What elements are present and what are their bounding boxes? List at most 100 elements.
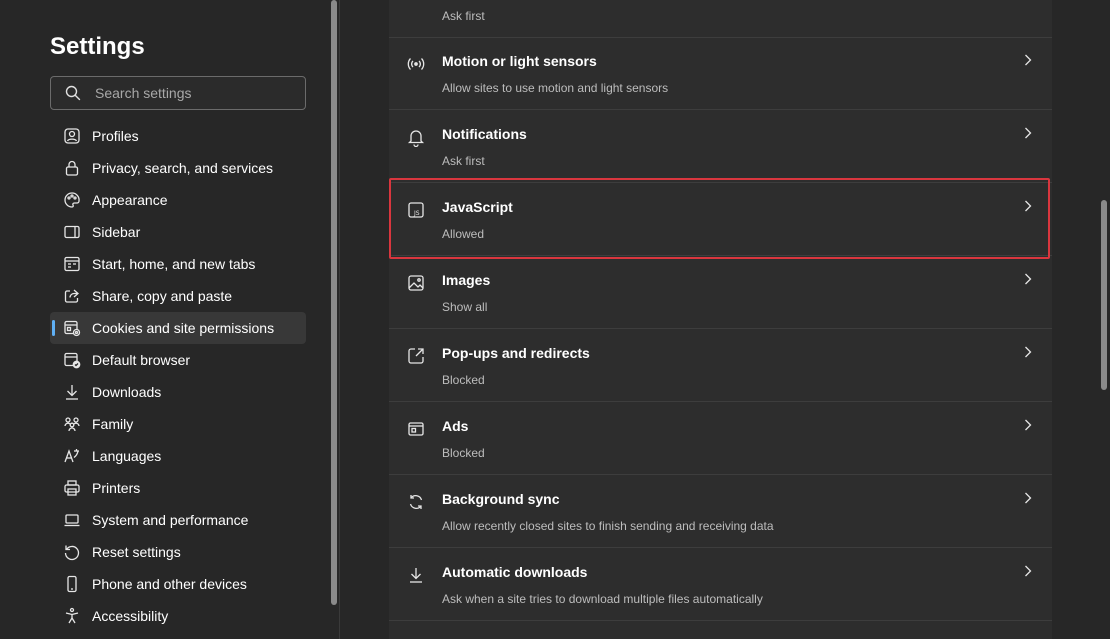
sync-icon bbox=[406, 492, 426, 512]
permission-title: JavaScript bbox=[442, 199, 513, 215]
permission-row-javascript[interactable]: JS JavaScript Allowed bbox=[389, 184, 1052, 256]
permission-row-popups[interactable]: Pop-ups and redirects Blocked bbox=[389, 330, 1052, 402]
svg-text:JS: JS bbox=[413, 210, 420, 217]
search-icon bbox=[65, 85, 81, 101]
permission-title: Images bbox=[442, 272, 491, 288]
sidebar-item-phone[interactable]: Phone and other devices bbox=[50, 568, 306, 600]
permission-title: Background sync bbox=[442, 491, 560, 507]
sidebar-item-printers[interactable]: Printers bbox=[50, 472, 306, 504]
sidebar-item-label: Printers bbox=[92, 480, 141, 496]
sidebar-item-label: Downloads bbox=[92, 384, 162, 400]
permission-row-motion-sensors[interactable]: Motion or light sensors Allow sites to u… bbox=[389, 38, 1052, 110]
share-icon bbox=[63, 287, 81, 305]
settings-sidebar: Settings Profiles Privacy, search, and s… bbox=[0, 0, 340, 639]
download-icon bbox=[406, 565, 426, 585]
sidebar-item-sidebar[interactable]: Sidebar bbox=[50, 216, 306, 248]
sidebar-item-accessibility[interactable]: Accessibility bbox=[50, 600, 306, 632]
sidebar-item-appearance[interactable]: Appearance bbox=[50, 184, 306, 216]
laptop-icon bbox=[63, 511, 81, 529]
profile-icon bbox=[63, 127, 81, 145]
sidebar-item-label: Default browser bbox=[92, 352, 191, 368]
popup-icon bbox=[406, 346, 426, 366]
phone-icon bbox=[63, 575, 81, 593]
sidebar-item-cookies[interactable]: Cookies and site permissions bbox=[50, 312, 306, 344]
download-icon bbox=[63, 383, 81, 401]
sidebar-item-label: Cookies and site permissions bbox=[92, 320, 275, 336]
sidebar-icon bbox=[63, 223, 81, 241]
image-icon bbox=[406, 273, 426, 293]
sidebar-item-share[interactable]: Share, copy and paste bbox=[50, 280, 306, 312]
sidebar-item-label: Share, copy and paste bbox=[92, 288, 233, 304]
site-permissions-panel: Ask first Motion or light sensors Allow … bbox=[389, 0, 1052, 639]
sidebar-item-downloads[interactable]: Downloads bbox=[50, 376, 306, 408]
chevron-right-icon bbox=[1021, 272, 1035, 286]
permission-status: Blocked bbox=[442, 446, 485, 460]
sidebar-item-label: Appearance bbox=[92, 192, 168, 208]
home-tab-icon bbox=[63, 255, 81, 273]
palette-icon bbox=[63, 191, 81, 209]
permission-title: Ads bbox=[442, 418, 469, 434]
permission-status: Allowed bbox=[442, 227, 485, 241]
permission-status: Ask first bbox=[442, 9, 485, 23]
cookies-icon bbox=[63, 319, 81, 337]
sidebar-item-label: Start, home, and new tabs bbox=[92, 256, 256, 272]
sidebar-item-profiles[interactable]: Profiles bbox=[50, 120, 306, 152]
chevron-right-icon bbox=[1021, 491, 1035, 505]
chevron-right-icon bbox=[1021, 126, 1035, 140]
permission-title: Motion or light sensors bbox=[442, 53, 597, 69]
ads-icon bbox=[406, 419, 426, 439]
chevron-right-icon bbox=[1021, 53, 1035, 67]
accessibility-icon bbox=[63, 607, 81, 625]
sidebar-item-label: Accessibility bbox=[92, 608, 169, 624]
sidebar-item-label: Languages bbox=[92, 448, 162, 464]
sidebar-item-label: Reset settings bbox=[92, 544, 181, 560]
chevron-right-icon bbox=[1021, 418, 1035, 432]
permission-row-ads[interactable]: Ads Blocked bbox=[389, 403, 1052, 475]
sensor-icon bbox=[406, 54, 426, 74]
sidebar-item-label: System and performance bbox=[92, 512, 249, 528]
permission-row-images[interactable]: Images Show all bbox=[389, 257, 1052, 329]
reset-icon bbox=[63, 543, 81, 561]
sidebar-item-label: Phone and other devices bbox=[92, 576, 247, 592]
sidebar-item-default-browser[interactable]: Default browser bbox=[50, 344, 306, 376]
page-title: Settings bbox=[50, 33, 145, 60]
sidebar-item-reset[interactable]: Reset settings bbox=[50, 536, 306, 568]
printer-icon bbox=[63, 479, 81, 497]
sidebar-item-label: Sidebar bbox=[92, 224, 141, 240]
sidebar-item-label: Profiles bbox=[92, 128, 139, 144]
permission-status: Allow recently closed sites to finish se… bbox=[442, 519, 774, 533]
sidebar-item-system[interactable]: System and performance bbox=[50, 504, 306, 536]
permission-row-partial[interactable]: Ask first bbox=[389, 0, 1052, 38]
lock-icon bbox=[63, 159, 81, 177]
permission-status: Show all bbox=[442, 300, 488, 314]
settings-nav: Profiles Privacy, search, and services A… bbox=[50, 120, 306, 632]
sidebar-item-start-home[interactable]: Start, home, and new tabs bbox=[50, 248, 306, 280]
chevron-right-icon bbox=[1021, 345, 1035, 359]
sidebar-item-languages[interactable]: Languages bbox=[50, 440, 306, 472]
main-scrollbar[interactable] bbox=[1101, 200, 1107, 390]
permission-status: Ask first bbox=[442, 154, 485, 168]
sidebar-item-privacy[interactable]: Privacy, search, and services bbox=[50, 152, 306, 184]
sidebar-item-family[interactable]: Family bbox=[50, 408, 306, 440]
search-box[interactable] bbox=[50, 76, 306, 110]
chevron-right-icon bbox=[1021, 199, 1035, 213]
permission-title: Pop-ups and redirects bbox=[442, 345, 590, 361]
sidebar-scrollbar[interactable] bbox=[331, 0, 337, 605]
search-input[interactable] bbox=[95, 85, 295, 101]
permission-row-automatic-downloads[interactable]: Automatic downloads Ask when a site trie… bbox=[389, 549, 1052, 621]
permission-status: Blocked bbox=[442, 373, 485, 387]
permission-row-notifications[interactable]: Notifications Ask first bbox=[389, 111, 1052, 183]
permission-status: Ask when a site tries to download multip… bbox=[442, 592, 763, 606]
permission-title: Automatic downloads bbox=[442, 564, 588, 580]
permission-row-background-sync[interactable]: Background sync Allow recently closed si… bbox=[389, 476, 1052, 548]
bell-icon bbox=[406, 127, 426, 147]
family-icon bbox=[63, 415, 81, 433]
languages-icon bbox=[63, 447, 81, 465]
sidebar-item-label: Family bbox=[92, 416, 134, 432]
sidebar-item-label: Privacy, search, and services bbox=[92, 160, 274, 176]
chevron-right-icon bbox=[1021, 564, 1035, 578]
default-browser-icon bbox=[63, 351, 81, 369]
permission-status: Allow sites to use motion and light sens… bbox=[442, 81, 669, 95]
permission-title: Notifications bbox=[442, 126, 527, 142]
javascript-icon: JS bbox=[406, 200, 426, 220]
